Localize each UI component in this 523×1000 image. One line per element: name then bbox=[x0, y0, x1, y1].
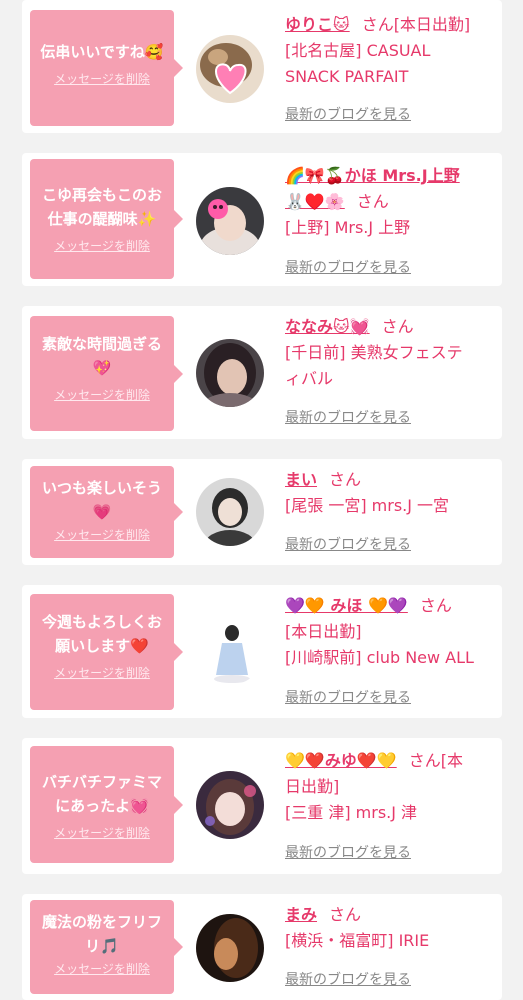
avatar[interactable] bbox=[196, 478, 264, 546]
message-card: いつも楽しいそう💗 メッセージを削除 まい さん [尾張 一宮] mrs.J 一宮… bbox=[22, 459, 502, 565]
woman-photo-icon bbox=[196, 617, 264, 685]
honorific: さん bbox=[329, 470, 362, 489]
cast-name-link[interactable]: まみ bbox=[285, 905, 317, 924]
delete-message-link[interactable]: メッセージを削除 bbox=[54, 70, 150, 87]
message-bubble: バチバチファミマにあったよ💓 メッセージを削除 bbox=[30, 746, 183, 863]
message-card: 魔法の粉をフリフリ🎵 メッセージを削除 まみ さん [横浜・福富町] IRIE 最… bbox=[22, 894, 502, 1000]
cast-name-link[interactable]: ゆりこ🐱 bbox=[285, 15, 350, 34]
shop-name: [北名古屋] CASUAL bbox=[285, 41, 431, 60]
woman-photo-icon bbox=[196, 771, 264, 839]
avatar[interactable] bbox=[196, 771, 264, 839]
shop-name: [三重 津] mrs.J 津 bbox=[285, 803, 418, 822]
cast-info: ゆりこ🐱 さん[本日出勤] [北名古屋] CASUAL SNACK PARFAIT bbox=[285, 12, 497, 90]
shop-name: [横浜・福富町] IRIE bbox=[285, 931, 430, 950]
cast-info: 💜🧡 みほ 🧡💜 さん [本日出勤] [川崎駅前] club New ALL bbox=[285, 593, 497, 671]
honorific: さん[本 bbox=[408, 751, 463, 770]
delete-message-link[interactable]: メッセージを削除 bbox=[54, 237, 150, 254]
woman-photo-icon bbox=[196, 914, 264, 982]
cast-info: ななみ🐱💓 さん [千日前] 美熟女フェステ ィバル bbox=[285, 314, 497, 392]
message-bubble: いつも楽しいそう💗 メッセージを削除 bbox=[30, 466, 183, 558]
message-card: バチバチファミマにあったよ💓 メッセージを削除 💛❤️みゆ❤️💛 さん[本 日出勤… bbox=[22, 738, 502, 874]
latest-blog-link[interactable]: 最新のブログを見る bbox=[285, 687, 411, 707]
cast-name-link[interactable]: 🌈🎀🍒かほ Mrs.J上野 bbox=[285, 166, 460, 185]
message-card: 今週もよろしくお願いします❤️ メッセージを削除 💜🧡 みほ 🧡💜 さん [本日出… bbox=[22, 585, 502, 718]
message-bubble: 今週もよろしくお願いします❤️ メッセージを削除 bbox=[30, 594, 183, 710]
shop-name: [上野] Mrs.J 上野 bbox=[285, 218, 411, 237]
shop-name: [千日前] 美熟女フェステ bbox=[285, 343, 463, 362]
shop-name: ィバル bbox=[285, 369, 334, 388]
latest-blog-link[interactable]: 最新のブログを見る bbox=[285, 969, 411, 989]
delete-message-link[interactable]: メッセージを削除 bbox=[54, 960, 150, 977]
woman-photo-icon bbox=[196, 339, 264, 407]
cast-info: 💛❤️みゆ❤️💛 さん[本 日出勤] [三重 津] mrs.J 津 bbox=[285, 748, 497, 826]
message-card: 伝串いいですね🥰 メッセージを削除 ゆりこ🐱 さん[本日出勤] [北名古屋] CA… bbox=[22, 0, 502, 133]
message-text: 素敵な時間過ぎる💖 bbox=[41, 335, 162, 377]
shop-name: [尾張 一宮] mrs.J 一宮 bbox=[285, 496, 450, 515]
message-text: 今週もよろしくお願いします❤️ bbox=[41, 613, 162, 655]
shop-name: [本日出勤] bbox=[285, 622, 362, 641]
cat-photo-icon bbox=[196, 35, 264, 103]
cast-info: まい さん [尾張 一宮] mrs.J 一宮 bbox=[285, 467, 497, 519]
latest-blog-link[interactable]: 最新のブログを見る bbox=[285, 104, 411, 124]
latest-blog-link[interactable]: 最新のブログを見る bbox=[285, 407, 411, 427]
message-bubble: こゆ再会もこのお仕事の醍醐味✨ メッセージを削除 bbox=[30, 159, 183, 279]
avatar[interactable] bbox=[196, 339, 264, 407]
cast-info: 🌈🎀🍒かほ Mrs.J上野 🐰♥️🌸 さん [上野] Mrs.J 上野 bbox=[285, 163, 497, 241]
cast-name-link-line2[interactable]: 🐰♥️🌸 bbox=[285, 192, 345, 211]
honorific: さん bbox=[329, 905, 362, 924]
delete-message-link[interactable]: メッセージを削除 bbox=[54, 386, 150, 403]
cast-name-link[interactable]: ななみ🐱💓 bbox=[285, 317, 370, 336]
message-card: 素敵な時間過ぎる💖 メッセージを削除 ななみ🐱💓 さん [千日前] 美熟女フェステ… bbox=[22, 306, 502, 439]
avatar[interactable] bbox=[196, 187, 264, 255]
avatar[interactable] bbox=[196, 914, 264, 982]
latest-blog-link[interactable]: 最新のブログを見る bbox=[285, 842, 411, 862]
delete-message-link[interactable]: メッセージを削除 bbox=[54, 824, 150, 841]
honorific-line2: 日出勤] bbox=[285, 777, 340, 796]
woman-photo-icon bbox=[196, 187, 264, 255]
avatar[interactable] bbox=[196, 617, 264, 685]
message-text: 魔法の粉をフリフリ🎵 bbox=[41, 913, 162, 955]
avatar[interactable] bbox=[196, 35, 264, 103]
cast-name-link[interactable]: まい bbox=[285, 470, 317, 489]
message-card: こゆ再会もこのお仕事の醍醐味✨ メッセージを削除 🌈🎀🍒かほ Mrs.J上野 🐰… bbox=[22, 153, 502, 286]
shop-name: [川崎駅前] club New ALL bbox=[285, 648, 474, 667]
honorific: さん[本日出勤] bbox=[361, 15, 471, 34]
cast-name-link[interactable]: 💜🧡 みほ 🧡💜 bbox=[285, 596, 408, 615]
cast-info: まみ さん [横浜・福富町] IRIE bbox=[285, 902, 497, 954]
shop-name: SNACK PARFAIT bbox=[285, 67, 409, 86]
delete-message-link[interactable]: メッセージを削除 bbox=[54, 664, 150, 681]
woman-photo-icon bbox=[196, 478, 264, 546]
message-text: 伝串いいですね🥰 bbox=[40, 43, 164, 61]
message-text: こゆ再会もこのお仕事の醍醐味✨ bbox=[41, 186, 162, 228]
message-bubble: 素敵な時間過ぎる💖 メッセージを削除 bbox=[30, 316, 183, 431]
latest-blog-link[interactable]: 最新のブログを見る bbox=[285, 534, 411, 554]
cast-name-link[interactable]: 💛❤️みゆ❤️💛 bbox=[285, 751, 397, 770]
message-bubble: 伝串いいですね🥰 メッセージを削除 bbox=[30, 10, 183, 126]
honorific: さん bbox=[419, 596, 452, 615]
latest-blog-link[interactable]: 最新のブログを見る bbox=[285, 257, 411, 277]
message-bubble: 魔法の粉をフリフリ🎵 メッセージを削除 bbox=[30, 900, 183, 994]
message-text: バチバチファミマにあったよ💓 bbox=[41, 773, 162, 815]
honorific: さん bbox=[356, 192, 389, 211]
delete-message-link[interactable]: メッセージを削除 bbox=[54, 526, 150, 543]
honorific: さん bbox=[381, 317, 414, 336]
message-text: いつも楽しいそう💗 bbox=[41, 479, 162, 521]
